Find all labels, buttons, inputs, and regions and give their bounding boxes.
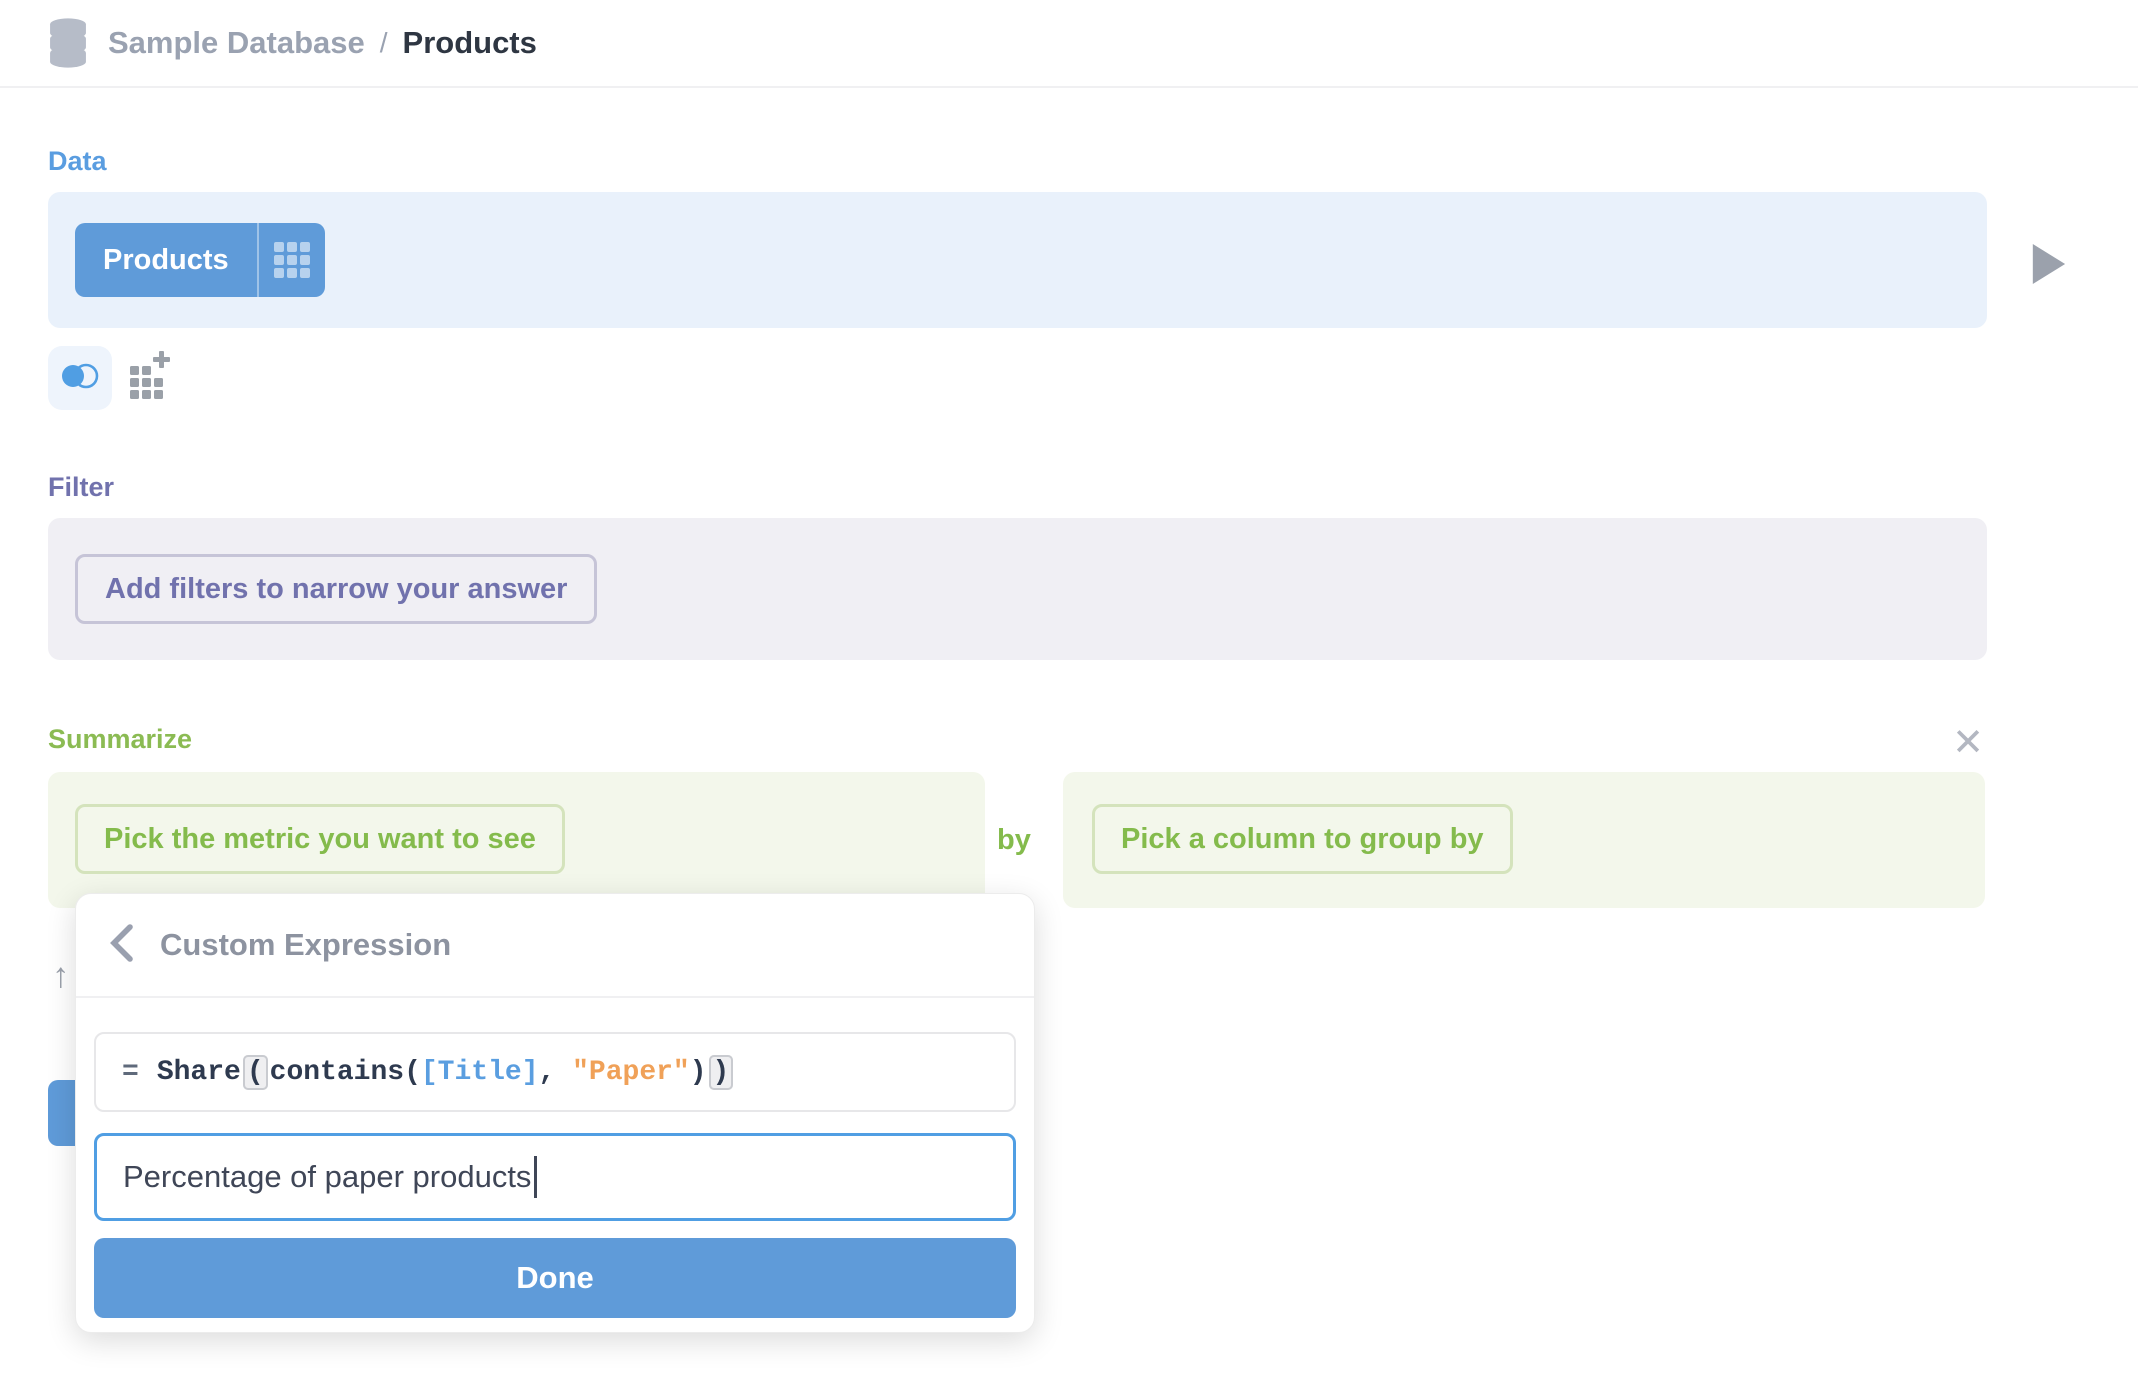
summarize-section-label: Summarize [48,724,193,754]
summarize-metric-panel: Pick the metric you want to see [48,772,985,908]
popup-title: Custom Expression [160,927,452,962]
chevron-left-icon [106,923,138,968]
expression-token: ( [242,1054,268,1090]
done-button[interactable]: Done [94,1238,1016,1318]
data-table-button[interactable]: Products [75,223,325,297]
breadcrumb-database[interactable]: Sample Database [108,25,365,61]
expression-token: ) [689,1056,707,1088]
expression-name-input[interactable]: Percentage of paper products [94,1133,1016,1221]
data-section-label: Data [48,146,107,176]
expression-token: contains( [269,1056,421,1088]
join-data-button[interactable] [48,346,112,410]
remove-summarize-button[interactable]: ✕ [1946,720,1990,764]
join-venn-icon [59,360,101,397]
expression-token: ) [708,1054,734,1090]
expression-token: Share [156,1056,241,1088]
header: Sample Database / Products [0,0,2138,88]
custom-expression-popup: Custom Expression = Share(contains([Titl… [75,893,1035,1333]
breadcrumb-page-title[interactable]: Products [403,25,537,61]
popup-header: Custom Expression [76,894,1034,998]
pick-metric-button[interactable]: Pick the metric you want to see [75,804,565,874]
run-query-button[interactable] [2024,240,2072,292]
query-builder-screen: Sample Database / Products Data Products [0,0,2138,1378]
expression-token: "Paper" [572,1056,690,1088]
play-icon [2029,242,2067,291]
text-cursor [534,1156,538,1198]
visualize-button-partial [48,1080,75,1146]
data-table-label: Products [103,243,229,276]
expression-equals-sign: = [122,1056,139,1088]
filter-section-label: Filter [48,472,115,502]
grid-plus-icon [126,350,174,407]
expression-token: [Title] [420,1056,539,1088]
back-button[interactable] [106,923,138,968]
close-icon: ✕ [1952,721,1984,764]
filter-panel: Add filters to narrow your answer [48,518,1987,660]
expression-name-value: Percentage of paper products [123,1159,532,1194]
add-filters-button[interactable]: Add filters to narrow your answer [75,554,598,624]
database-icon [46,17,90,69]
arrow-up-icon: ↑ [52,956,70,995]
expression-input[interactable]: = Share(contains([Title], "Paper")) [94,1032,1016,1112]
data-panel: Products [48,192,1987,328]
add-custom-column-button[interactable] [124,350,176,407]
pick-column-button[interactable]: Pick a column to group by [1092,804,1513,874]
expression-token: , [538,1056,573,1088]
expression-tokens: Share(contains([Title], "Paper")) [156,1054,736,1090]
by-label: by [997,824,1031,856]
summarize-groupby-panel: Pick a column to group by [1063,772,1985,908]
table-grid-icon[interactable] [259,223,325,297]
breadcrumb-separator: / [379,27,388,58]
